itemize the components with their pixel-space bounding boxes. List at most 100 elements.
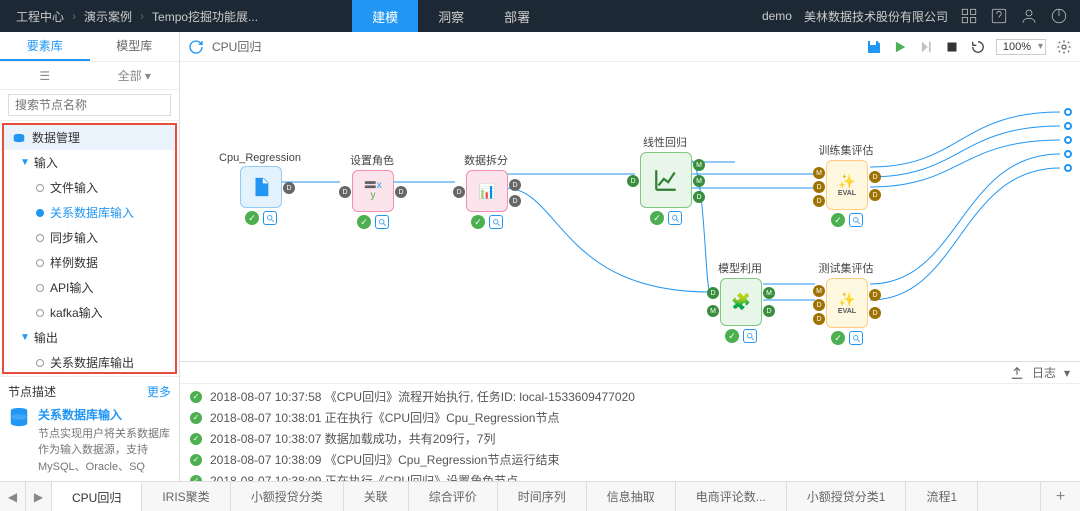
step-icon[interactable] — [918, 39, 934, 55]
anchor-dot[interactable] — [1064, 108, 1072, 116]
port-in[interactable]: D — [813, 313, 825, 325]
port-out[interactable]: D — [869, 171, 881, 183]
preview-icon[interactable] — [489, 215, 503, 229]
port-in[interactable]: D — [813, 181, 825, 193]
breadcrumb-item[interactable]: Tempo挖掘功能展... — [152, 8, 258, 25]
anchor-dot[interactable] — [1064, 136, 1072, 144]
search-input[interactable] — [8, 94, 171, 116]
tab-models[interactable]: 模型库 — [90, 32, 180, 61]
port-out[interactable]: D — [395, 186, 407, 198]
preview-icon[interactable] — [743, 329, 757, 343]
refresh-icon[interactable] — [188, 39, 204, 55]
circle-icon — [36, 209, 44, 217]
port-in[interactable]: D — [707, 287, 719, 299]
preview-icon[interactable] — [849, 331, 863, 345]
port-out[interactable]: D — [509, 195, 521, 207]
port-out[interactable]: M — [763, 287, 775, 299]
gear-icon[interactable] — [1056, 39, 1072, 55]
app-header: 工程中心 › 演示案例 › Tempo挖掘功能展... 建模 洞察 部署 dem… — [0, 0, 1080, 32]
port-in[interactable]: D — [339, 186, 351, 198]
tree-header[interactable]: 数据管理 — [4, 125, 175, 150]
anchor-dot[interactable] — [1064, 150, 1072, 158]
more-link[interactable]: 更多 — [147, 383, 171, 400]
user-icon[interactable] — [1020, 7, 1038, 25]
play-icon[interactable] — [892, 39, 908, 55]
port-in[interactable]: D — [453, 186, 465, 198]
export-icon[interactable] — [1010, 366, 1024, 380]
tab-insight[interactable]: 洞察 — [418, 0, 484, 32]
tree-category-output[interactable]: ▼输出 — [4, 325, 175, 350]
port-out[interactable]: M — [693, 175, 705, 187]
port-out[interactable]: D — [763, 305, 775, 317]
port-in[interactable]: D — [627, 175, 639, 187]
log-body[interactable]: ✓2018-08-07 10:37:58 《CPU回归》流程开始执行, 任务ID… — [180, 384, 1080, 481]
circle-icon — [36, 284, 44, 292]
preview-icon[interactable] — [375, 215, 389, 229]
log-line: ✓2018-08-07 10:38:09 《CPU回归》Cpu_Regressi… — [190, 449, 1070, 470]
breadcrumb-item[interactable]: 工程中心 — [16, 8, 64, 25]
add-sheet-button[interactable]: + — [1040, 482, 1080, 511]
tab-elements[interactable]: 要素库 — [0, 32, 90, 61]
port-in[interactable]: D — [813, 299, 825, 311]
sheet-tab[interactable]: IRIS聚类 — [142, 482, 230, 511]
zoom-select[interactable]: 100% — [996, 39, 1046, 55]
tree-item[interactable]: 关系数据库输出 — [4, 350, 175, 374]
filter-all[interactable]: 全部 ▾ — [90, 62, 180, 89]
power-icon[interactable] — [1050, 7, 1068, 25]
scroll-left-button[interactable]: ◀ — [0, 482, 26, 511]
sheet-tab[interactable]: 关联 — [344, 482, 409, 511]
tree-item[interactable]: kafka输入 — [4, 300, 175, 325]
sheet-tab[interactable]: 综合评价 — [409, 482, 498, 511]
port-out[interactable]: D — [869, 307, 881, 319]
preview-icon[interactable] — [849, 213, 863, 227]
port-in[interactable]: M — [813, 285, 825, 297]
anchor-dot[interactable] — [1064, 164, 1072, 172]
port-out[interactable]: D — [693, 191, 705, 203]
port-out[interactable]: D — [869, 189, 881, 201]
sheet-tab[interactable]: 流程1 — [906, 482, 978, 511]
port-out[interactable]: D — [869, 289, 881, 301]
stop-icon[interactable] — [944, 39, 960, 55]
flow-node-split[interactable]: 数据拆分 📊 D D D ✓ — [456, 152, 518, 229]
sheet-tab[interactable]: 信息抽取 — [587, 482, 676, 511]
preview-icon[interactable] — [668, 211, 682, 225]
flow-node-train-eval[interactable]: 训练集评估 ✨EVAL M D D D D ✓ — [816, 142, 878, 227]
preview-icon[interactable] — [263, 211, 277, 225]
tree-item[interactable]: API输入 — [4, 275, 175, 300]
port-in[interactable]: D — [813, 195, 825, 207]
tab-deploy[interactable]: 部署 — [484, 0, 550, 32]
tree-item[interactable]: 关系数据库输入 — [4, 200, 175, 225]
port-out[interactable]: M — [693, 159, 705, 171]
tree-item[interactable]: 文件输入 — [4, 175, 175, 200]
flow-canvas[interactable]: Cpu_Regression D ✓ 设置角色 🟰xy D D ✓ 数据拆分 📊… — [180, 62, 1080, 361]
grid-icon[interactable] — [960, 7, 978, 25]
tree-category-input[interactable]: ▼输入 — [4, 150, 175, 175]
chevron-down-icon[interactable]: ▾ — [1064, 366, 1070, 380]
sheet-tab[interactable]: 电商评论数... — [676, 482, 787, 511]
port-out[interactable]: D — [283, 182, 295, 194]
help-icon[interactable] — [990, 7, 1008, 25]
tree-item[interactable]: 同步输入 — [4, 225, 175, 250]
sheet-tab[interactable]: CPU回归 — [52, 482, 142, 511]
sheet-tab[interactable]: 时间序列 — [498, 482, 587, 511]
list-icon[interactable]: ☰ — [0, 62, 90, 89]
save-icon[interactable] — [866, 39, 882, 55]
anchor-dot[interactable] — [1064, 122, 1072, 130]
sheet-tab[interactable]: 小额授贷分类1 — [787, 482, 907, 511]
loop-icon[interactable] — [970, 39, 986, 55]
scroll-right-button[interactable]: ▶ — [26, 482, 52, 511]
flow-node-linear-regression[interactable]: 线性回归 D M M D ✓ — [635, 134, 697, 225]
breadcrumb-item[interactable]: 演示案例 — [84, 8, 132, 25]
log-panel: 日志 ▾ ✓2018-08-07 10:37:58 《CPU回归》流程开始执行,… — [180, 361, 1080, 481]
flow-node-cpu-regression[interactable]: Cpu_Regression D ✓ — [230, 152, 292, 225]
database-icon — [8, 406, 30, 428]
tab-build[interactable]: 建模 — [352, 0, 418, 32]
port-in[interactable]: M — [707, 305, 719, 317]
tree-item[interactable]: 样例数据 — [4, 250, 175, 275]
sheet-tab[interactable]: 小额授贷分类 — [231, 482, 344, 511]
flow-node-test-eval[interactable]: 测试集评估 ✨EVAL M D D D D ✓ — [816, 260, 878, 345]
flow-node-model-apply[interactable]: 模型利用 🧩 D M M D ✓ — [710, 260, 772, 343]
flow-node-set-role[interactable]: 设置角色 🟰xy D D ✓ — [342, 152, 404, 229]
port-in[interactable]: M — [813, 167, 825, 179]
port-out[interactable]: D — [509, 179, 521, 191]
